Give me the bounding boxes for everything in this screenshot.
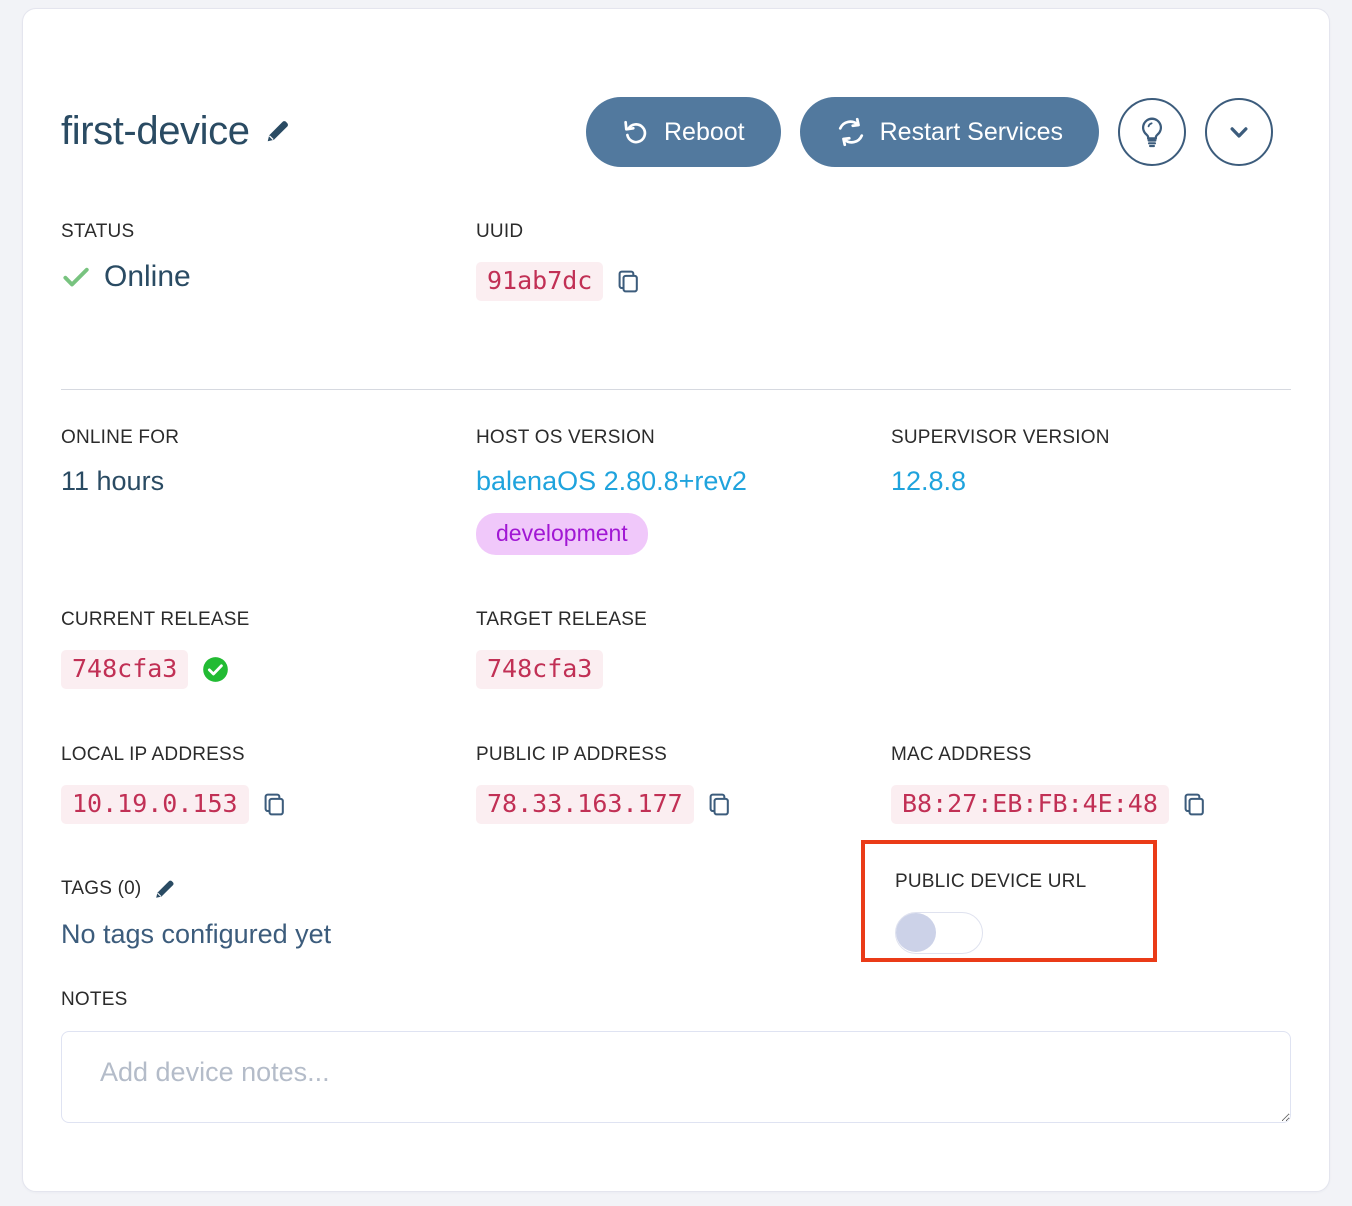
chevron-down-icon [1224, 117, 1254, 147]
public-device-url-toggle[interactable] [895, 912, 983, 954]
tags-empty-text: No tags configured yet [61, 921, 331, 948]
field-tags: TAGS (0) No tags configured yet [61, 877, 331, 948]
mac-address-value-row: B8:27:EB:FB:4E:48 [891, 785, 1209, 824]
status-badge: Online [104, 262, 191, 292]
field-label-local-ip-address: LOCAL IP ADDRESS [61, 744, 289, 766]
copy-icon [707, 791, 734, 818]
copy-public-ip-button[interactable] [707, 791, 734, 818]
field-mac-address: MAC ADDRESS B8:27:EB:FB:4E:48 [891, 744, 1209, 824]
copy-icon [262, 791, 289, 818]
copy-uuid-button[interactable] [616, 268, 643, 295]
public-device-url-highlight: PUBLIC DEVICE URL [861, 840, 1157, 962]
supervisor-version-value-row: 12.8.8 [891, 468, 1110, 495]
toggle-knob [896, 913, 936, 952]
uuid-value: 91ab7dc [476, 262, 603, 301]
reboot-button[interactable]: Reboot [586, 97, 781, 167]
local-ip-value-row: 10.19.0.153 [61, 785, 289, 824]
field-label-mac-address: MAC ADDRESS [891, 744, 1209, 766]
restart-services-button-label: Restart Services [880, 118, 1063, 147]
field-label-uuid: UUID [476, 221, 643, 243]
field-label-public-ip-address: PUBLIC IP ADDRESS [476, 744, 734, 766]
identify-device-button[interactable] [1118, 98, 1186, 166]
field-label-tags: TAGS (0) [61, 878, 141, 900]
public-ip-value-row: 78.33.163.177 [476, 785, 734, 824]
field-local-ip-address: LOCAL IP ADDRESS 10.19.0.153 [61, 744, 289, 824]
current-release-value-row: 748cfa3 [61, 650, 249, 689]
field-label-public-device-url: PUBLIC DEVICE URL [895, 871, 1086, 893]
copy-icon [1182, 791, 1209, 818]
field-supervisor-version: SUPERVISOR VERSION 12.8.8 [891, 427, 1110, 495]
reboot-button-label: Reboot [664, 118, 745, 147]
field-label-current-release: CURRENT RELEASE [61, 609, 249, 631]
online-for-value-row: 11 hours [61, 468, 179, 495]
section-divider [61, 389, 1291, 390]
field-public-ip-address: PUBLIC IP ADDRESS 78.33.163.177 [476, 744, 734, 824]
status-value-row: Online [61, 262, 191, 292]
pencil-icon[interactable] [264, 117, 292, 145]
field-host-os-version: HOST OS VERSION balenaOS 2.80.8+rev2 dev… [476, 427, 747, 555]
copy-mac-address-button[interactable] [1182, 791, 1209, 818]
page-title: first-device [61, 111, 250, 151]
current-release-value: 748cfa3 [61, 650, 188, 689]
mac-address-value: B8:27:EB:FB:4E:48 [891, 785, 1169, 824]
online-for-value: 11 hours [61, 468, 164, 495]
device-summary-card: first-device Reboot [22, 8, 1330, 1192]
copy-local-ip-button[interactable] [262, 791, 289, 818]
field-uuid: UUID 91ab7dc [476, 221, 643, 301]
public-ip-address-value: 78.33.163.177 [476, 785, 694, 824]
refresh-sync-icon [836, 117, 866, 147]
field-label-status: STATUS [61, 221, 191, 243]
lightbulb-icon [1135, 115, 1169, 149]
target-release-value: 748cfa3 [476, 650, 603, 689]
field-notes: NOTES [61, 989, 127, 1011]
uuid-value-row: 91ab7dc [476, 262, 643, 301]
undo-arrow-icon [622, 118, 650, 146]
field-status: STATUS Online [61, 221, 191, 292]
host-os-version-value[interactable]: balenaOS 2.80.8+rev2 [476, 468, 747, 495]
device-summary-page: first-device Reboot [0, 0, 1352, 1206]
field-label-notes: NOTES [61, 989, 127, 1011]
device-title-group: first-device [61, 91, 292, 171]
target-release-value-row: 748cfa3 [476, 650, 647, 689]
field-target-release: TARGET RELEASE 748cfa3 [476, 609, 647, 689]
pencil-icon[interactable] [153, 877, 177, 901]
notes-input[interactable] [61, 1031, 1291, 1123]
field-label-host-os-version: HOST OS VERSION [476, 427, 747, 449]
copy-icon [616, 268, 643, 295]
field-current-release: CURRENT RELEASE 748cfa3 [61, 609, 249, 689]
local-ip-address-value: 10.19.0.153 [61, 785, 249, 824]
host-os-version-value-row: balenaOS 2.80.8+rev2 [476, 468, 747, 495]
green-check-icon [61, 262, 91, 292]
more-actions-button[interactable] [1205, 98, 1273, 166]
field-label-online-for: ONLINE FOR [61, 427, 179, 449]
host-os-variant-badge: development [476, 513, 648, 555]
public-device-url-section: PUBLIC DEVICE URL [895, 871, 1086, 954]
tags-header: TAGS (0) [61, 877, 331, 901]
supervisor-version-value[interactable]: 12.8.8 [891, 468, 966, 495]
device-header: first-device Reboot [61, 91, 1291, 171]
device-actions: Reboot Restart Services [586, 97, 1273, 167]
field-online-for: ONLINE FOR 11 hours [61, 427, 179, 495]
green-check-circle-icon [201, 655, 230, 684]
field-label-target-release: TARGET RELEASE [476, 609, 647, 631]
restart-services-button[interactable]: Restart Services [800, 97, 1099, 167]
field-label-supervisor-version: SUPERVISOR VERSION [891, 427, 1110, 449]
